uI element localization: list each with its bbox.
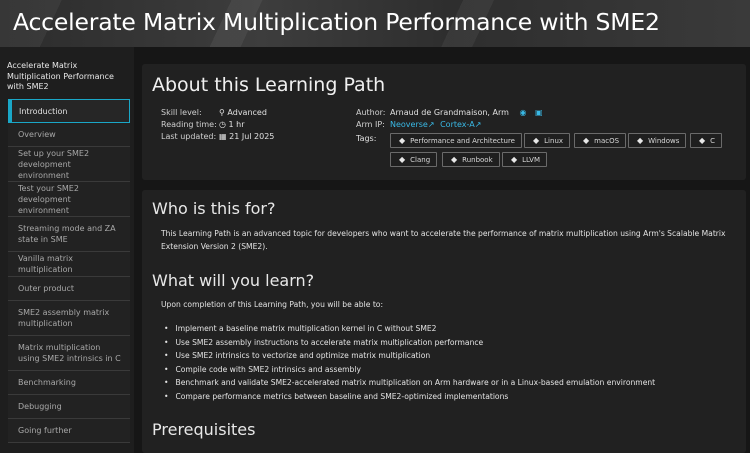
tag-icon: ◆ [533, 136, 540, 145]
page-title: Accelerate Matrix Multiplication Perform… [13, 8, 660, 36]
sidebar-item-test[interactable]: Test your SME2 development environment [8, 182, 130, 217]
author-label: Author: [356, 108, 386, 117]
sidebar-item-introduction[interactable]: Introduction [8, 99, 130, 123]
tag-icon: ◆ [399, 136, 406, 145]
tag-icon: ◆ [511, 155, 518, 164]
sidebar-item-outer-product[interactable]: Outer product [8, 277, 130, 301]
reading-time-label: Reading time: [161, 120, 217, 129]
lightbulb-icon: ⚲ [219, 108, 225, 117]
list-item: Benchmark and validate SME2-accelerated … [164, 376, 655, 390]
learn-title: What will you learn? [152, 271, 315, 290]
sidebar-item-benchmarking[interactable]: Benchmarking [8, 371, 130, 395]
tag-icon: ◆ [699, 136, 706, 145]
tag-llvm[interactable]: ◆ LLVM [502, 152, 548, 167]
sidebar-item-sme2-assembly[interactable]: SME2 assembly matrix multiplication [8, 301, 130, 336]
who-title: Who is this for? [152, 199, 276, 218]
tag-icon: ◆ [451, 155, 458, 164]
list-item: Use SME2 intrinsics to vectorize and opt… [164, 349, 655, 363]
sidebar-heading[interactable]: Accelerate Matrix Multiplication Perform… [7, 61, 129, 93]
tag-label: Runbook [462, 156, 493, 164]
tag-windows[interactable]: ◆ Windows [628, 133, 687, 148]
github-icon[interactable]: ◉ [519, 107, 526, 119]
tag-icon: ◆ [399, 155, 406, 164]
list-item: Compile code with SME2 intrinsics and as… [164, 363, 655, 377]
skill-level: Skill level: ⚲ Advanced [161, 107, 267, 119]
tag-clang[interactable]: ◆ Clang [390, 152, 438, 167]
prerequisites-title: Prerequisites [152, 420, 256, 439]
tag-icon: ◆ [583, 136, 590, 145]
tag-label: Clang [410, 156, 431, 164]
tags-label: Tags: [356, 134, 377, 143]
reading-time-value: 1 hr [228, 120, 245, 129]
sidebar-item-sme2-intrinsics[interactable]: Matrix multiplication using SME2 intrins… [8, 336, 130, 371]
clock-icon: ◷ [219, 120, 226, 129]
about-title: About this Learning Path [152, 74, 386, 96]
list-item: Implement a baseline matrix multiplicati… [164, 322, 655, 336]
sidebar-item-debugging[interactable]: Debugging [8, 395, 130, 419]
arm-ip: Arm IP: Neoverse↗ Cortex-A↗ [356, 119, 481, 131]
learn-bullet-list: Implement a baseline matrix multiplicati… [164, 322, 655, 404]
tag-runbook[interactable]: ◆ Runbook [442, 152, 500, 167]
author: Author: Arnaud de Grandmaison, Arm ◉ ▣ [356, 107, 543, 119]
who-text: This Learning Path is an advanced topic … [161, 229, 726, 251]
sidebar-item-overview[interactable]: Overview [8, 123, 130, 147]
skill-level-label: Skill level: [161, 108, 202, 117]
last-updated-value: 21 Jul 2025 [229, 132, 275, 141]
tag-label: Linux [544, 137, 564, 145]
sidebar-item-vanilla[interactable]: Vanilla matrix multiplication [8, 252, 130, 277]
sidebar-item-setup[interactable]: Set up your SME2 development environment [8, 147, 130, 182]
tag-label: macOS [594, 137, 620, 145]
page-banner: Accelerate Matrix Multiplication Perform… [0, 0, 750, 47]
sidebar-item-streaming-mode[interactable]: Streaming mode and ZA state in SME [8, 217, 130, 252]
tag-label: Windows [648, 137, 680, 145]
cortex-a-link[interactable]: Cortex-A [440, 120, 475, 129]
learn-intro: Upon completion of this Learning Path, y… [161, 300, 384, 309]
linkedin-icon[interactable]: ▣ [535, 107, 543, 119]
list-item: Compare performance metrics between base… [164, 390, 655, 404]
skill-level-value: Advanced [227, 108, 267, 117]
tag-linux[interactable]: ◆ Linux [524, 133, 571, 148]
tag-c[interactable]: ◆ C [690, 133, 723, 148]
author-value: Arnaud de Grandmaison, Arm [390, 108, 509, 117]
arm-ip-label: Arm IP: [356, 120, 385, 129]
list-item: Use SME2 assembly instructions to accele… [164, 336, 655, 350]
tag-macos[interactable]: ◆ macOS [574, 133, 627, 148]
tag-performance[interactable]: ◆ Performance and Architecture [390, 133, 522, 148]
tag-label: LLVM [522, 156, 541, 164]
tag-label: C [710, 137, 716, 145]
sidebar-item-going-further[interactable]: Going further [8, 419, 130, 443]
tag-label: Performance and Architecture [410, 137, 515, 145]
calendar-icon: ▦ [219, 132, 227, 141]
external-link-icon: ↗ [474, 120, 482, 129]
last-updated-label: Last updated: [161, 132, 217, 141]
external-link-icon: ↗ [427, 120, 435, 129]
reading-time: Reading time: ◷ 1 hr [161, 119, 245, 131]
tag-icon: ◆ [637, 136, 644, 145]
last-updated: Last updated: ▦ 21 Jul 2025 [161, 131, 274, 143]
neoverse-link[interactable]: Neoverse [390, 120, 428, 129]
